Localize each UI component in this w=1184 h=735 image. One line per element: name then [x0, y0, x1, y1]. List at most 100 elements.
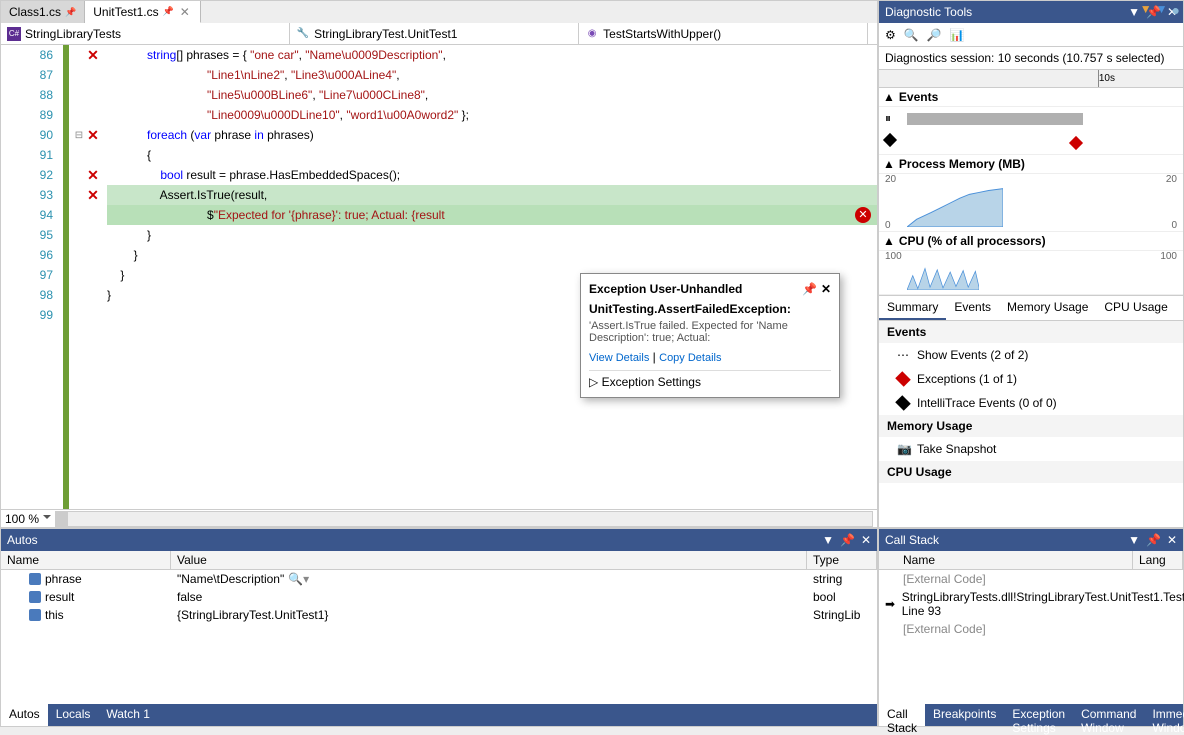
- exception-message: 'Assert.IsTrue failed. Expected for 'Nam…: [589, 320, 831, 344]
- diagnostic-tabs: Summary Events Memory Usage CPU Usage: [879, 295, 1183, 321]
- table-row[interactable]: phrase"Name\tDescription" 🔍▾string: [1, 570, 877, 588]
- document-tabs: Class1.cs📌 UnitTest1.cs📌✕: [1, 1, 877, 23]
- window-dropdown-icon[interactable]: ▼: [1128, 5, 1140, 19]
- field-icon: [29, 591, 41, 603]
- table-row[interactable]: [External Code]: [879, 620, 1183, 638]
- tab-locals[interactable]: Locals: [48, 704, 99, 726]
- events-icon: ⋯: [897, 348, 909, 362]
- field-icon: [29, 573, 41, 585]
- events-group-header: Events: [879, 321, 1183, 343]
- close-icon[interactable]: ✕: [861, 533, 871, 547]
- tab-autos[interactable]: Autos: [1, 704, 48, 726]
- diamond-icon: [895, 371, 911, 387]
- col-lang[interactable]: Lang: [1133, 551, 1183, 569]
- events-section-header[interactable]: ▲Events: [879, 88, 1183, 107]
- close-icon[interactable]: ✕: [1167, 533, 1177, 547]
- pin-icon[interactable]: 📌: [1146, 533, 1161, 547]
- diamond-icon: [895, 395, 911, 411]
- callstack-header: Call Stack ▼📌✕: [879, 529, 1183, 551]
- tab-events[interactable]: Events: [946, 296, 999, 320]
- code-area[interactable]: 8687888990919293949596979899 ✕⊟✕✕✕ strin…: [1, 45, 877, 509]
- exception-popup: Exception User-Unhandled 📌✕ UnitTesting.…: [580, 273, 840, 398]
- memory-chart[interactable]: 20 20 0 0: [879, 174, 1183, 232]
- callstack-bottom-tabs: Call Stack Breakpoints Exception Setting…: [879, 704, 1183, 726]
- col-name[interactable]: Name: [879, 551, 1133, 569]
- close-icon[interactable]: ✕: [178, 5, 192, 19]
- events-timeline[interactable]: ⏸: [879, 107, 1183, 155]
- code-editor-panel: Class1.cs📌 UnitTest1.cs📌✕ C#StringLibrar…: [0, 0, 878, 528]
- autos-panel: Autos ▼ 📌 ✕ Name Value Type phrase"Name\tD…: [0, 528, 878, 727]
- tab-summary[interactable]: Summary: [879, 296, 946, 320]
- window-dropdown-icon[interactable]: ▼: [822, 533, 834, 547]
- exceptions-item[interactable]: Exceptions (1 of 1): [879, 367, 1183, 391]
- tab-unittest1[interactable]: UnitTest1.cs📌✕: [85, 1, 201, 23]
- tab-command-window[interactable]: Command Window: [1073, 704, 1144, 726]
- col-value[interactable]: Value: [171, 551, 807, 569]
- memory-group-header: Memory Usage: [879, 415, 1183, 437]
- memory-section-header[interactable]: ▲Process Memory (MB) ▼▼●: [879, 155, 1183, 174]
- tab-watch1[interactable]: Watch 1: [98, 704, 158, 726]
- close-icon[interactable]: ✕: [821, 282, 831, 296]
- take-snapshot-item[interactable]: 📷Take Snapshot: [879, 437, 1183, 461]
- error-badge-icon: ✕: [855, 207, 871, 223]
- view-details-link[interactable]: View Details: [589, 352, 649, 364]
- copy-details-link[interactable]: Copy Details: [659, 352, 721, 364]
- table-row[interactable]: ➡StringLibraryTests.dll!StringLibraryTes…: [879, 588, 1183, 620]
- session-label: Diagnostics session: 10 seconds (10.757 …: [879, 47, 1183, 70]
- zoom-out-icon[interactable]: 🔎: [927, 28, 942, 42]
- field-icon: [29, 609, 41, 621]
- exception-settings-expander[interactable]: ▷ Exception Settings: [589, 370, 831, 389]
- cpu-section-header[interactable]: ▲CPU (% of all processors): [879, 232, 1183, 251]
- gear-icon[interactable]: ⚙: [885, 28, 896, 42]
- diamond-icon: [883, 133, 897, 147]
- table-row[interactable]: [External Code]: [879, 570, 1183, 588]
- tab-class1[interactable]: Class1.cs📌: [1, 1, 85, 23]
- tab-callstack[interactable]: Call Stack: [879, 704, 925, 726]
- tab-cpu-usage[interactable]: CPU Usage: [1096, 296, 1175, 320]
- cpu-chart[interactable]: 100 100: [879, 251, 1183, 295]
- tab-exception-settings[interactable]: Exception Settings: [1004, 704, 1073, 726]
- autos-rows: phrase"Name\tDescription" 🔍▾stringresult…: [1, 570, 877, 704]
- table-row[interactable]: resultfalsebool: [1, 588, 877, 606]
- zoom-in-icon[interactable]: 🔍: [904, 28, 919, 42]
- pin-icon: 📌: [65, 7, 76, 18]
- camera-icon: 📷: [897, 442, 909, 456]
- tab-memory-usage[interactable]: Memory Usage: [999, 296, 1096, 320]
- diagnostic-header: Diagnostic Tools ▼📌✕: [879, 1, 1183, 23]
- callstack-columns: Name Lang: [879, 551, 1183, 570]
- time-ruler[interactable]: 10s: [879, 70, 1183, 88]
- pin-icon: 📌: [163, 6, 174, 17]
- summary-list: Events ⋯Show Events (2 of 2) Exceptions …: [879, 321, 1183, 528]
- show-events-item[interactable]: ⋯Show Events (2 of 2): [879, 343, 1183, 367]
- col-type[interactable]: Type: [807, 551, 877, 569]
- table-row[interactable]: this{StringLibraryTest.UnitTest1}StringL…: [1, 606, 877, 624]
- col-name[interactable]: Name: [1, 551, 171, 569]
- exception-header: Exception User-Unhandled: [589, 282, 742, 296]
- zoom-dropdown-icon[interactable]: [43, 515, 51, 523]
- method-icon: ◉: [585, 27, 599, 41]
- horizontal-scrollbar[interactable]: [55, 511, 873, 527]
- callstack-panel: Call Stack ▼ 📌 ✕ Name Lang [External Code]…: [878, 528, 1184, 727]
- diagnostic-toolbar: ⚙ 🔍 🔎 📊: [879, 23, 1183, 47]
- pin-icon[interactable]: 📌: [840, 533, 855, 547]
- class-icon: 🔧: [296, 27, 310, 41]
- autos-bottom-tabs: Autos Locals Watch 1: [1, 704, 877, 726]
- intellitrace-item[interactable]: IntelliTrace Events (0 of 0): [879, 391, 1183, 415]
- code-nav-bar: C#StringLibraryTests 🔧StringLibraryTest.…: [1, 23, 877, 45]
- diagnostic-tools-panel: Diagnostic Tools ▼📌✕ ⚙ 🔍 🔎 📊 Diagnostics…: [878, 0, 1184, 528]
- autos-columns: Name Value Type: [1, 551, 877, 570]
- autos-header: Autos ▼📌✕: [1, 529, 877, 551]
- window-dropdown-icon[interactable]: ▼: [1128, 533, 1140, 547]
- pin-icon[interactable]: 📌: [802, 282, 817, 296]
- class-dropdown[interactable]: 🔧StringLibraryTest.UnitTest1: [290, 23, 579, 44]
- tab-immediate-window[interactable]: Immediate Window: [1144, 704, 1184, 726]
- tab-breakpoints[interactable]: Breakpoints: [925, 704, 1004, 726]
- pause-icon: ⏸: [885, 111, 891, 126]
- namespace-dropdown[interactable]: C#StringLibraryTests: [1, 23, 290, 44]
- callstack-rows: [External Code]➡StringLibraryTests.dll!S…: [879, 570, 1183, 704]
- csharp-icon: C#: [7, 27, 21, 41]
- cpu-group-header: CPU Usage: [879, 461, 1183, 483]
- chart-icon[interactable]: 📊: [950, 28, 965, 42]
- method-dropdown[interactable]: ◉TestStartsWithUpper(): [579, 23, 868, 44]
- zoom-level[interactable]: 100 %: [5, 512, 39, 526]
